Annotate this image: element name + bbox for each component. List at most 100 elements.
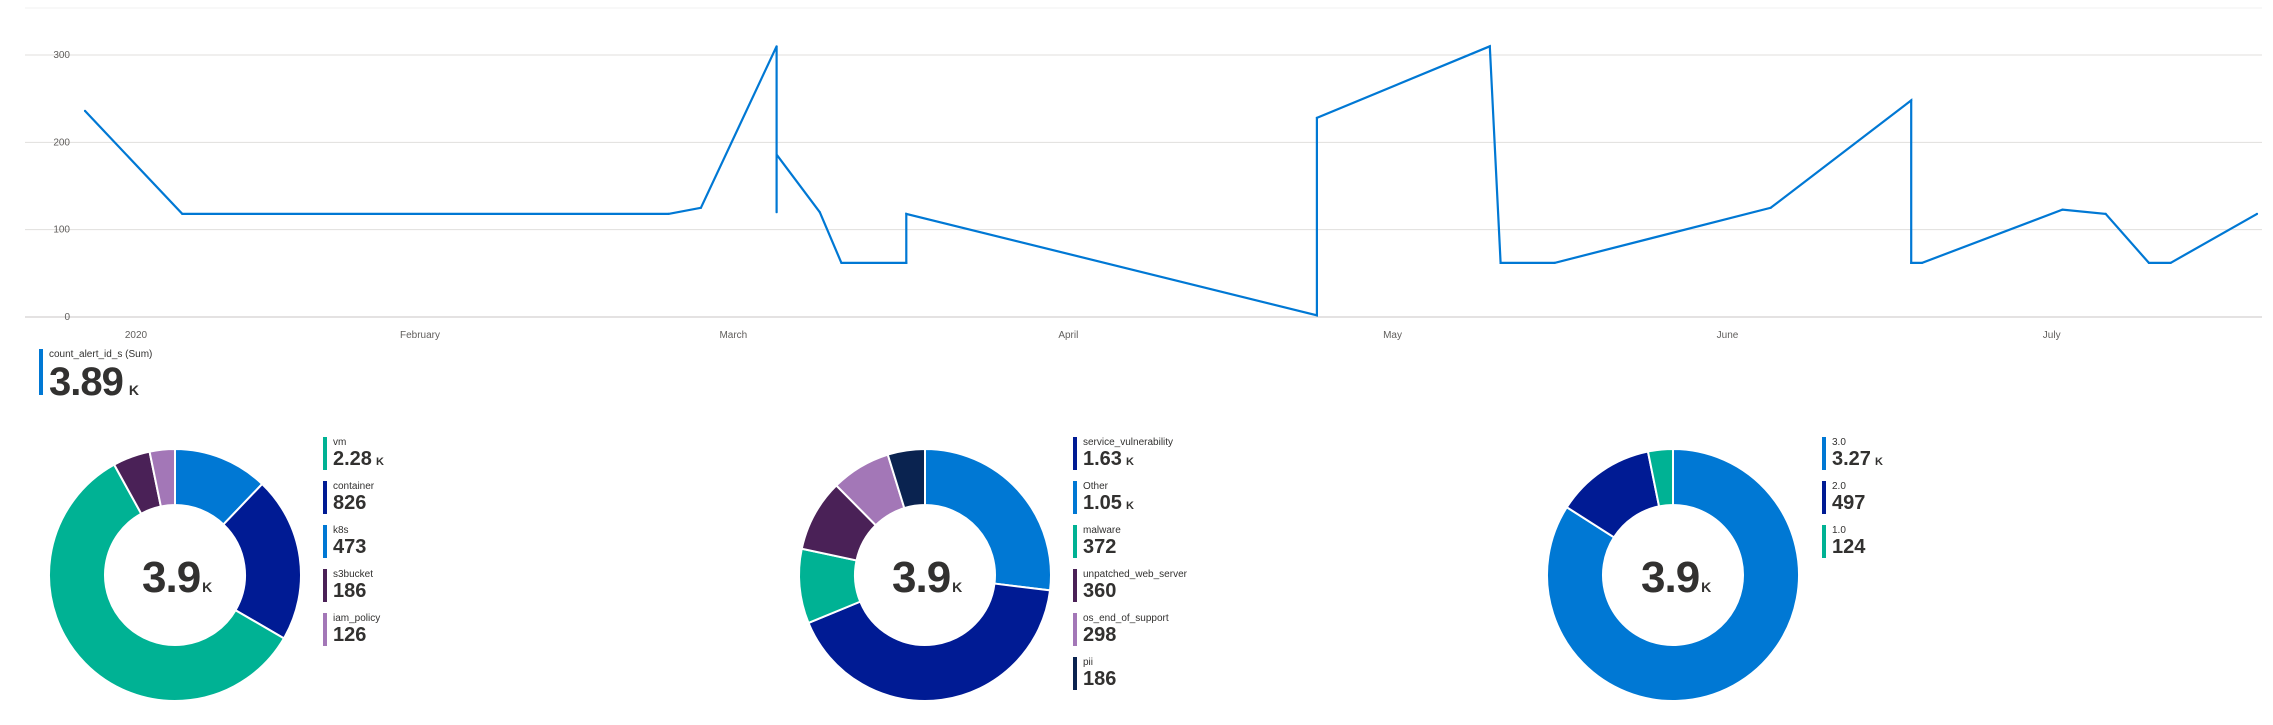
data-point [905, 261, 908, 264]
donut-center-value: 3.9 [892, 553, 951, 602]
data-point [775, 45, 778, 48]
legend-value: 298 [1083, 624, 1116, 647]
legend-swatch [323, 569, 327, 602]
legend-label: 2.0 [1832, 481, 1846, 492]
legend-value: 497 [1832, 492, 1865, 515]
donut-center-value: 3.9 [1641, 553, 1700, 602]
legend-value-unit: K [1125, 500, 1134, 512]
legend-swatch [1073, 525, 1077, 558]
legend-value: 473 [333, 536, 366, 559]
legend-label: malware [1083, 525, 1121, 536]
donut-center-severity: 3.9 K [1641, 553, 1711, 603]
legend-label: service_vulnerability [1083, 437, 1174, 448]
data-point [1315, 314, 1318, 317]
data-point [1769, 206, 1772, 209]
legend-swatch [1073, 481, 1077, 514]
legend-swatch [323, 525, 327, 558]
legend-value-number: 186 [1083, 668, 1117, 690]
line-chart: 300 200 100 0 2020 February March April May June J… [25, 7, 2262, 341]
data-point [2255, 212, 2259, 215]
y-tick-label: 100 [53, 225, 70, 236]
legend-value: 126 [333, 624, 366, 647]
x-tick-label: 2020 [125, 330, 148, 341]
legend-value: 826 [333, 492, 366, 515]
data-point [83, 109, 87, 112]
x-tick-label: February [400, 330, 440, 341]
data-point [905, 212, 908, 215]
data-point [1315, 116, 1318, 119]
donut-center-resource-type: 3.9 K [142, 553, 212, 603]
data-point [775, 211, 778, 214]
legend-value-unit: K [1125, 456, 1134, 468]
data-point [1920, 261, 1924, 264]
legend-swatch [323, 613, 327, 646]
legend-swatch [1073, 437, 1077, 470]
legend-swatch [1073, 613, 1077, 646]
legend-label: k8s [333, 525, 349, 536]
legend-value: 3.27 K [1832, 448, 1883, 471]
legend-swatch [1822, 525, 1826, 558]
x-tick-label: May [1383, 330, 1402, 341]
legend-swatch [323, 481, 327, 514]
data-point [667, 212, 670, 215]
data-point [2169, 261, 2172, 264]
legend-value-number: 298 [1083, 624, 1117, 646]
data-point [699, 206, 703, 209]
legend-swatch [1822, 437, 1826, 470]
legend-value-number: 126 [333, 624, 367, 646]
legend-value-number: 2.28 [333, 448, 372, 470]
legend-swatch [1073, 569, 1077, 602]
data-point [1553, 261, 1556, 264]
x-tick-label: July [2043, 330, 2061, 341]
summary-color-bar [39, 349, 43, 395]
y-tick-label: 200 [53, 137, 70, 148]
legend-value-number: 186 [333, 580, 367, 602]
legend-value-number: 3.27 [1832, 448, 1871, 470]
donut-center-value: 3.9 [142, 553, 201, 602]
legend-swatch [323, 437, 327, 470]
legend-value: 186 [1083, 668, 1116, 691]
data-point [1488, 45, 1491, 48]
legend-label: unpatched_web_server [1083, 569, 1187, 580]
data-point [818, 211, 821, 214]
data-point [1499, 261, 1502, 264]
legend-value: 186 [333, 580, 366, 603]
donut-center-unit: K [952, 579, 962, 595]
y-tick-label: 0 [64, 312, 70, 323]
legend-value: 2.28 K [333, 448, 384, 471]
legend-value: 1.63 K [1083, 448, 1134, 471]
data-point [2061, 208, 2064, 211]
summary-value: 3.89 K [49, 360, 139, 405]
legend-label: container [333, 481, 375, 492]
y-tick-label: 300 [53, 50, 70, 61]
legend-label: Other [1083, 481, 1109, 492]
legend-label: iam_policy [333, 613, 381, 624]
legend-value-unit: K [375, 456, 384, 468]
legend-value-number: 1.63 [1083, 448, 1122, 470]
data-point [2104, 212, 2107, 215]
summary-label: count_alert_id_s (Sum) [49, 349, 153, 360]
donut-center-unit: K [202, 579, 212, 595]
summary-unit: K [128, 382, 139, 398]
data-point [1910, 261, 1913, 264]
x-tick-label: March [719, 330, 747, 341]
data-point [1910, 99, 1913, 102]
legend-value-number: 124 [1832, 536, 1866, 558]
legend-value-number: 497 [1832, 492, 1866, 514]
x-tick-label: June [1717, 330, 1739, 341]
legend-value: 372 [1083, 536, 1116, 559]
legend-value: 124 [1832, 536, 1865, 559]
legend-value-number: 826 [333, 492, 367, 514]
data-point [775, 153, 778, 156]
legend-value: 360 [1083, 580, 1116, 603]
legend-label: s3bucket [333, 569, 374, 580]
donut-center-unit: K [1701, 579, 1711, 595]
series-line-count-alert-id-s-sum [84, 44, 2258, 317]
legend-label: 1.0 [1832, 525, 1846, 536]
legend-label: vm [333, 437, 347, 448]
legend-label: 3.0 [1832, 437, 1846, 448]
legend-swatch [1822, 481, 1826, 514]
legend-value-number: 1.05 [1083, 492, 1122, 514]
data-point [181, 212, 184, 215]
legend-value-number: 360 [1083, 580, 1117, 602]
